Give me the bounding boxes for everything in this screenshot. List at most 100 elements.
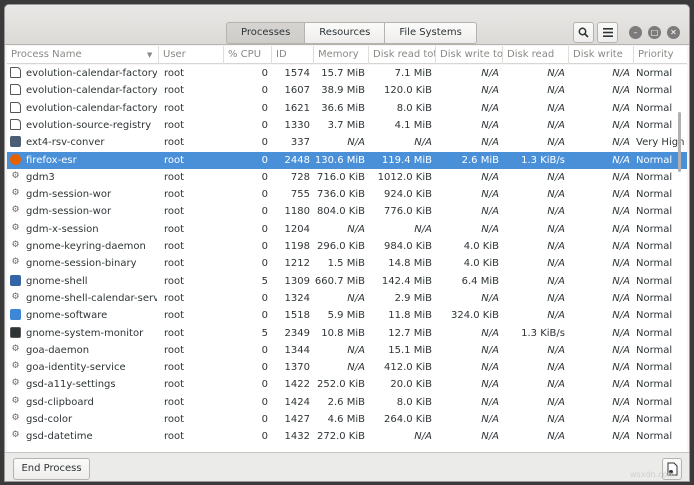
cell-dwt: 4.0 KiB bbox=[463, 258, 499, 270]
table-row[interactable]: ⚙ goa-daemon root 0 1344 N/A 15.1 MiB N/A N/A N/A… bbox=[7, 342, 687, 359]
scrollbar[interactable] bbox=[678, 112, 681, 172]
cell-drt: 2.9 MiB bbox=[394, 292, 432, 304]
column-memory[interactable]: Memory bbox=[314, 46, 369, 64]
table-row[interactable]: firefox-esr root 0 2448 130.6 MiB 119.4 MiB 2.… bbox=[7, 151, 687, 169]
cell-dr: N/A bbox=[547, 206, 565, 218]
table-row[interactable]: gnome-software root 0 1518 5.9 MiB 11.8 MiB 32… bbox=[7, 307, 687, 324]
cell-dw: N/A bbox=[612, 327, 630, 339]
cell-id: 755 bbox=[290, 189, 310, 201]
table-row[interactable]: ⚙ gnome-session-binary root 0 1212 1.5 MiB 14.… bbox=[7, 255, 687, 272]
cell-drt: 8.0 KiB bbox=[396, 396, 432, 408]
cell-name: gsd-clipboard bbox=[26, 396, 94, 408]
cell-id: 1198 bbox=[284, 241, 310, 252]
table-row[interactable]: ⚙ gdm-x-session root 0 1204 N/A N/A N/A N/A N/A No… bbox=[7, 221, 687, 238]
end-process-button[interactable]: End Process bbox=[13, 458, 90, 480]
column-headers: Process Name ▼ User % CPU ID Memory Disk … bbox=[7, 46, 687, 64]
tab-file-systems[interactable]: File Systems bbox=[385, 22, 477, 44]
table-row[interactable]: ⚙ gdm-session-wor root 0 1180 804.0 KiB 776.0 … bbox=[7, 203, 687, 220]
cell-mem: 272.0 KiB bbox=[316, 431, 365, 443]
cell-mem: 5.9 MiB bbox=[327, 310, 365, 322]
cell-drt: 14.8 MiB bbox=[388, 258, 432, 270]
cell-cpu: 0 bbox=[261, 171, 268, 183]
process-icon: ⚙ bbox=[11, 378, 20, 389]
table-row[interactable]: gnome-shell root 5 1309 660.7 MiB 142.4 MiB 6.… bbox=[7, 273, 687, 290]
cell-dw: N/A bbox=[612, 223, 630, 235]
maximize-button[interactable]: □ bbox=[648, 26, 661, 39]
cell-dwt: 324.0 KiB bbox=[450, 310, 499, 322]
cell-cpu: 0 bbox=[261, 431, 268, 443]
cell-dwt: N/A bbox=[481, 223, 499, 235]
cell-dr: N/A bbox=[547, 223, 565, 235]
cell-user: root bbox=[164, 275, 185, 287]
table-row[interactable]: evolution-calendar-factory-subp root 0 1621… bbox=[7, 100, 687, 117]
cell-dw: N/A bbox=[612, 379, 630, 391]
table-row[interactable]: ⚙ gsd-color root 0 1427 4.6 MiB 264.0 KiB N/A N/… bbox=[7, 411, 687, 428]
cell-name: gdm-session-wor bbox=[26, 206, 112, 218]
cell-dwt: N/A bbox=[481, 189, 499, 201]
table-row[interactable]: evolution-calendar-factory root 0 1574 15.7 … bbox=[7, 65, 687, 82]
process-icon: ⚙ bbox=[11, 257, 20, 268]
cell-mem: 660.7 MiB bbox=[314, 275, 365, 287]
table-row[interactable]: ⚙ gsd-datetime root 0 1432 272.0 KiB N/A N/A N/A… bbox=[7, 428, 687, 445]
cell-dr: N/A bbox=[547, 275, 565, 287]
column-disk-write-total[interactable]: Disk write tot bbox=[436, 46, 503, 64]
table-row[interactable]: ext4-rsv-conver root 0 337 N/A N/A N/A N/A N/A Ve… bbox=[7, 134, 687, 151]
table-row[interactable]: gnome-system-monitor root 5 2349 10.8 MiB 12.… bbox=[7, 325, 687, 342]
table-row[interactable]: ⚙ gnome-keyring-daemon root 0 1198 296.0 KiB 9… bbox=[7, 238, 687, 255]
cell-mem: 804.0 KiB bbox=[316, 206, 365, 218]
close-button[interactable]: ✕ bbox=[667, 26, 680, 39]
column-priority[interactable]: Priority bbox=[634, 46, 687, 64]
menu-button[interactable] bbox=[597, 22, 618, 43]
table-row[interactable]: ⚙ gsd-a11y-settings root 0 1422 252.0 KiB 20.0… bbox=[7, 376, 687, 393]
table-row[interactable]: evolution-source-registry root 0 1330 3.7 Mi… bbox=[7, 117, 687, 134]
cell-dr: N/A bbox=[547, 344, 565, 356]
cell-mem: 15.7 MiB bbox=[321, 68, 365, 79]
cell-mem: 130.6 MiB bbox=[314, 154, 365, 166]
tab-processes[interactable]: Processes bbox=[226, 22, 306, 44]
tab-resources[interactable]: Resources bbox=[305, 22, 386, 44]
cell-id: 2349 bbox=[284, 327, 310, 339]
cell-mem: N/A bbox=[347, 362, 365, 374]
sort-down-icon: ▼ bbox=[147, 51, 153, 59]
table-row[interactable]: ⚙ gsd-clipboard root 0 1424 2.6 MiB 8.0 KiB N/A… bbox=[7, 394, 687, 411]
table-row[interactable]: ⚙ gnome-shell-calendar-server root 0 1324 N/A… bbox=[7, 290, 687, 307]
cell-dr: N/A bbox=[547, 292, 565, 304]
table-row[interactable]: ⚙ gdm3 root 0 728 716.0 KiB 1012.0 KiB N/A N/A N/… bbox=[7, 169, 687, 186]
table-row[interactable]: ⚙ goa-identity-service root 0 1370 N/A 412.0 K… bbox=[7, 359, 687, 376]
cell-prio: Normal bbox=[636, 258, 673, 270]
cell-user: root bbox=[164, 414, 185, 425]
cell-cpu: 0 bbox=[261, 119, 268, 131]
cell-dwt: N/A bbox=[481, 206, 499, 218]
cell-drt: 12.7 MiB bbox=[388, 327, 432, 339]
table-row[interactable]: evolution-calendar-factory-subp root 0 1607… bbox=[7, 82, 687, 99]
cell-dwt: N/A bbox=[481, 171, 499, 183]
cell-dw: N/A bbox=[612, 102, 630, 114]
cell-user: root bbox=[164, 137, 185, 149]
cell-dwt: N/A bbox=[481, 68, 499, 79]
cell-name: gnome-shell bbox=[26, 275, 88, 287]
cell-drt: 7.1 MiB bbox=[394, 68, 432, 79]
column-disk-read-total[interactable]: Disk read tota bbox=[369, 46, 436, 64]
column-id[interactable]: ID bbox=[272, 46, 314, 64]
process-icon: ⚙ bbox=[11, 413, 20, 423]
cell-name: gsd-color bbox=[26, 414, 73, 425]
table-row[interactable]: ⚙ gdm-session-wor root 0 755 736.0 KiB 924.0 K… bbox=[7, 186, 687, 203]
cell-dw: N/A bbox=[612, 85, 630, 97]
minimize-button[interactable]: – bbox=[629, 26, 642, 39]
close-icon: ✕ bbox=[670, 28, 677, 37]
column-disk-read[interactable]: Disk read bbox=[503, 46, 569, 64]
search-button[interactable] bbox=[573, 22, 594, 43]
cell-drt: 776.0 KiB bbox=[383, 206, 432, 218]
column-process-name[interactable]: Process Name ▼ bbox=[7, 46, 159, 64]
cell-user: root bbox=[164, 223, 185, 235]
column-disk-write[interactable]: Disk write bbox=[569, 46, 634, 64]
cell-id: 2448 bbox=[284, 154, 310, 166]
cell-user: root bbox=[164, 189, 185, 201]
process-icon: ⚙ bbox=[11, 291, 20, 302]
column-user[interactable]: User bbox=[159, 46, 224, 64]
search-icon bbox=[578, 27, 589, 38]
cell-dw: N/A bbox=[612, 206, 630, 218]
column-cpu[interactable]: % CPU bbox=[224, 46, 272, 64]
cell-drt: N/A bbox=[414, 431, 432, 443]
cell-drt: N/A bbox=[414, 137, 432, 149]
